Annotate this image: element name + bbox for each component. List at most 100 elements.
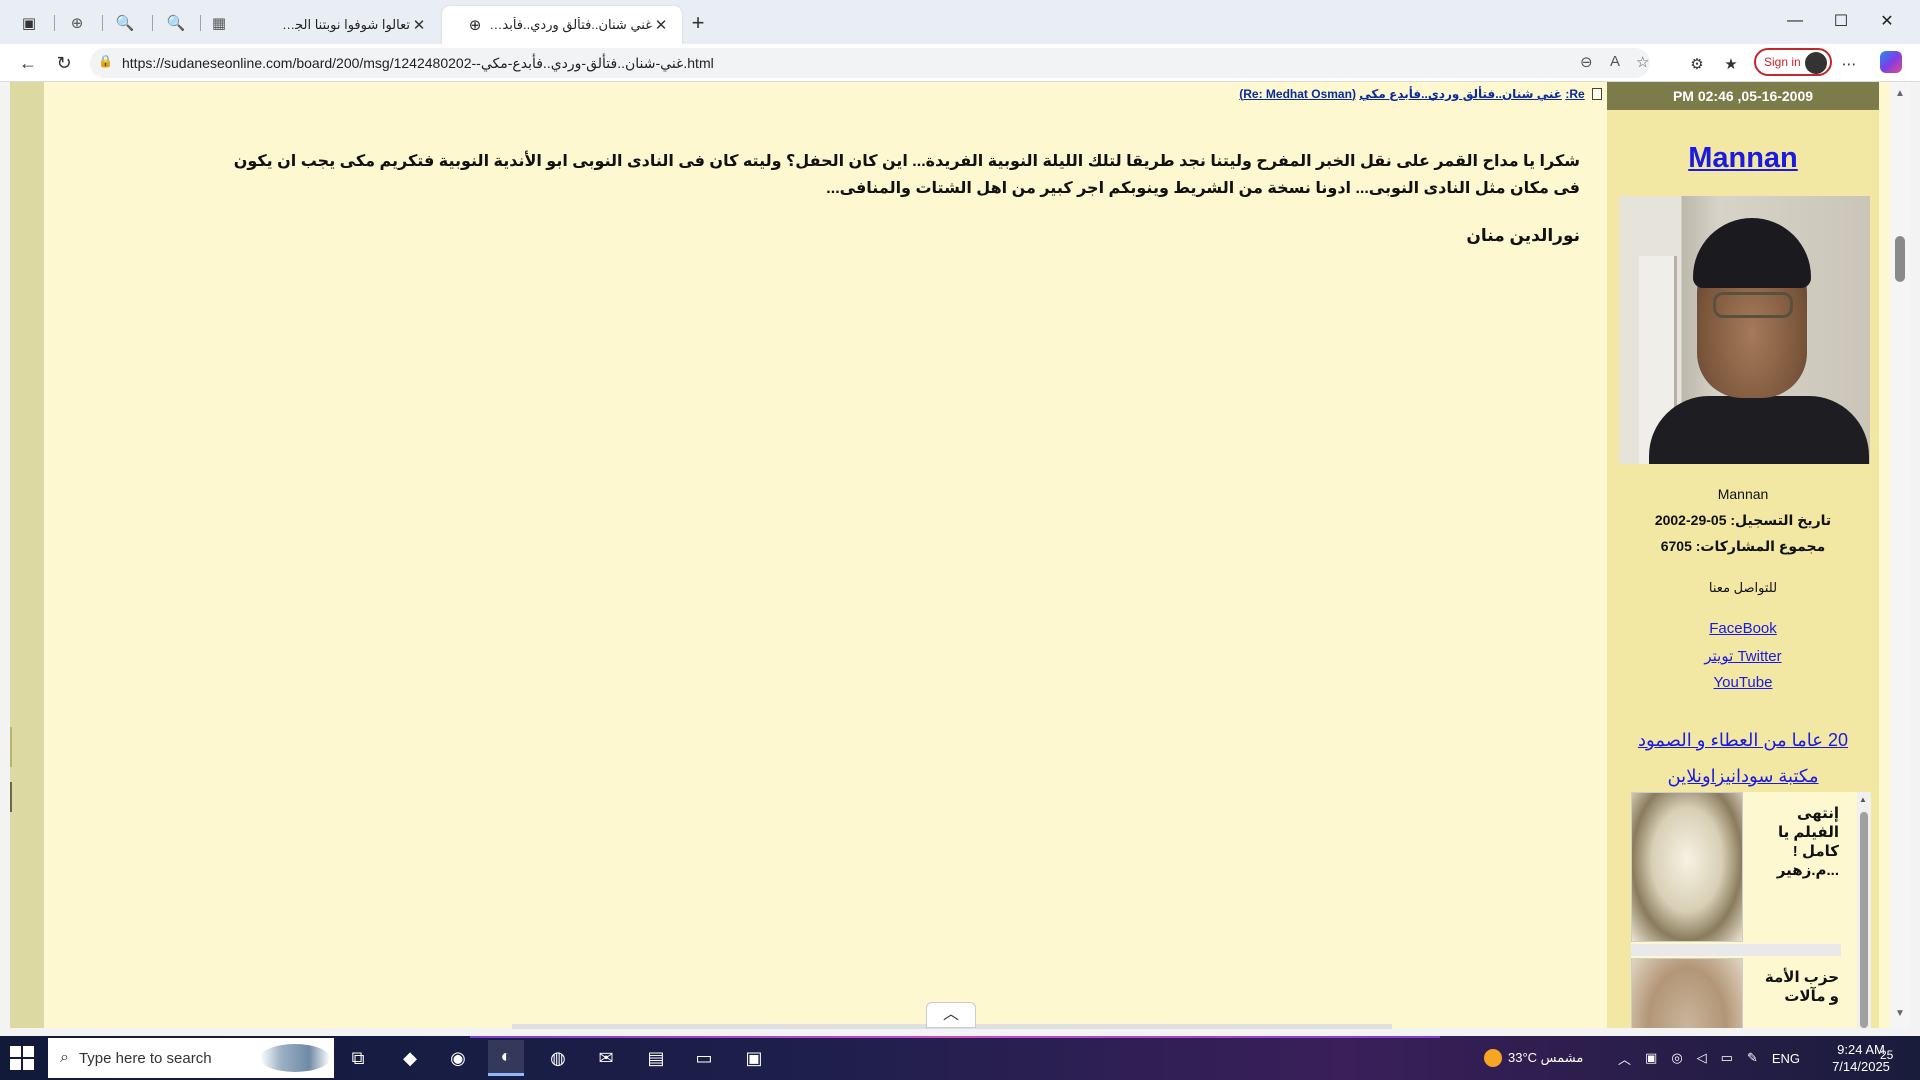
scrollbar-thumb[interactable] (1860, 812, 1868, 1028)
tray-app-icon[interactable]: ▣ (1645, 1050, 1657, 1066)
lock-icon[interactable]: 🔒 (98, 54, 113, 68)
favorite-star-icon[interactable]: ☆ (1636, 53, 1649, 71)
scroll-up-icon[interactable]: ▲ (1859, 795, 1867, 804)
weather-widget[interactable]: 33°C مشمس (1484, 1036, 1583, 1080)
minimize-button[interactable]: — (1772, 6, 1818, 36)
ticker-divider (1631, 944, 1841, 956)
promo-library-link[interactable]: مكتبة سودانيزاونلاين (1607, 766, 1879, 787)
task-view-icon[interactable]: ⧉ (340, 1040, 376, 1076)
speaker-icon[interactable]: ◁ (1697, 1050, 1707, 1066)
tab-current-thread[interactable]: ✕ غني شنان..فتألق وردي..فأبدع مكي ⊕ (442, 6, 682, 44)
close-window-button[interactable]: ✕ (1864, 6, 1910, 36)
close-icon[interactable]: ✕ (652, 16, 670, 34)
more-options-icon[interactable]: ⋯ (1838, 53, 1860, 75)
photo-body (1649, 396, 1869, 464)
tab-separator (102, 15, 103, 31)
photo-cap (1693, 218, 1811, 288)
language-indicator[interactable]: ENG (1772, 1051, 1800, 1066)
posts-count: مجموع المشاركات: 6705 (1660, 538, 1826, 554)
post-link-prefix[interactable]: Re: (1565, 87, 1584, 101)
chevron-up-icon[interactable]: ︿ (1618, 1049, 1631, 1068)
firefox-icon[interactable]: ◉ (440, 1040, 476, 1076)
collapse-button[interactable]: ︿ (926, 1002, 976, 1028)
pinned-tab-search-icon[interactable]: 🔍 (112, 10, 138, 36)
pinned-tab-image-icon[interactable]: ▦ (206, 10, 232, 36)
post-signature: نورالدين منان (1466, 226, 1580, 245)
post-reply-to-link[interactable]: (Re: Medhat Osman) (1239, 87, 1356, 101)
notification-count: 25 (1880, 1048, 1894, 1062)
ticker-item-text[interactable]: إنتهى الفيلم يا كامل ! ...م.زهير (1759, 804, 1839, 880)
app-icon[interactable]: ▤ (638, 1040, 674, 1076)
file-explorer-icon[interactable]: ▭ (686, 1040, 722, 1076)
scrollbar-thumb[interactable] (1895, 236, 1905, 282)
zoom-icon[interactable]: ⊖ (1580, 53, 1593, 71)
taskbar-search[interactable]: ⌕ Type here to search (48, 1038, 334, 1078)
url-text[interactable]: https://sudaneseonline.com/board/200/msg… (122, 55, 714, 72)
ticker-item-text[interactable]: حزب الأمة و مآلات (1759, 968, 1839, 1006)
contact-label: للتواصل معنا (1708, 580, 1778, 595)
tab-title: غني شنان..فتألق وردي..فأبدع مكي (486, 17, 652, 32)
outlook-icon[interactable]: ✉ (588, 1040, 624, 1076)
chrome-icon[interactable]: ◍ (540, 1040, 576, 1076)
ticker-image[interactable] (1631, 958, 1743, 1028)
notification-center[interactable]: 25 (1880, 1048, 1893, 1062)
windows-start-icon[interactable] (10, 1046, 34, 1070)
facebook-link[interactable]: FaceBook (1607, 620, 1879, 637)
search-highlight-image (260, 1044, 330, 1072)
store-icon[interactable]: ▣ (736, 1040, 772, 1076)
twitter-link[interactable]: تويتر Twitter (1607, 647, 1879, 665)
post-body: شكرا يا مداح القمر على نقل الخبر المفرح … (233, 153, 1580, 197)
search-placeholder: Type here to search (78, 1049, 212, 1067)
scroll-up-icon[interactable]: ▲ (1895, 88, 1905, 99)
globe-icon: ⊕ (468, 17, 482, 34)
author-name-link[interactable]: Mannan (1607, 142, 1879, 175)
navigation-bar: ← ↻ 🔒 https://sudaneseonline.com/board/2… (0, 44, 1920, 82)
post-area: Re: غني شنان..فتألق وردي..فأبدع مكي (Re:… (50, 82, 1610, 1028)
tab-separator (200, 15, 201, 31)
promo-anniversary-link[interactable]: 20 عاما من العطاء و الصمود (1607, 730, 1879, 751)
maximize-button[interactable]: ☐ (1818, 6, 1864, 36)
extensions-icon[interactable]: ⚙ (1686, 53, 1708, 75)
post-date: 05-16-2009, 02:46 PM (1607, 82, 1879, 110)
tab-title: تعالوا شوفوا نوبتنا الجميلة (280, 17, 410, 32)
author-username: Mannan (1717, 486, 1769, 502)
registration-date: تاريخ التسجيل: 05-29-2002 (1654, 512, 1832, 528)
author-photo (1619, 196, 1870, 464)
tab-strip: ▣ ⊕ 🔍 🔍 ▦ ✕ تعالوا شوفوا نوبتنا الجميلة … (0, 0, 1920, 44)
document-icon (1592, 88, 1602, 100)
search-icon: ⌕ (60, 1049, 69, 1066)
network-icon[interactable]: ▭ (1721, 1050, 1733, 1066)
tab-nubian[interactable]: ✕ تعالوا شوفوا نوبتنا الجميلة (268, 6, 440, 44)
pen-icon[interactable]: ✎ (1747, 1050, 1758, 1066)
pinned-tab-search-icon[interactable]: 🔍 (163, 10, 189, 36)
taskbar-glow (470, 1036, 1440, 1038)
avatar (1805, 52, 1827, 74)
address-bar[interactable]: 🔒 https://sudaneseonline.com/board/200/m… (90, 48, 1650, 78)
ticker-scrollbar[interactable]: ▲ (1857, 792, 1871, 1028)
sign-in-button[interactable]: Sign in (1754, 48, 1832, 76)
edge-icon[interactable]: ◐ (488, 1040, 524, 1076)
sign-in-label: Sign in (1764, 55, 1801, 69)
page-scrollbar[interactable]: ▲ ▼ (1890, 82, 1910, 1028)
pinned-tab-globe-icon[interactable]: ⊕ (64, 10, 90, 36)
read-aloud-icon[interactable]: A (1610, 53, 1620, 70)
news-ticker[interactable]: إنتهى الفيلم يا كامل ! ...م.زهير حزب الأ… (1631, 792, 1871, 1028)
scroll-down-icon[interactable]: ▼ (1895, 1008, 1905, 1019)
close-icon[interactable]: ✕ (410, 16, 428, 34)
new-tab-button[interactable]: + (684, 9, 712, 37)
back-button[interactable]: ← (14, 49, 42, 77)
camera-icon[interactable]: ◎ (1671, 1050, 1682, 1066)
photo-glasses (1713, 292, 1793, 318)
youtube-link[interactable]: YouTube (1607, 674, 1879, 691)
author-sidebar: 05-16-2009, 02:46 PM Mannan Mannan تاريخ… (1607, 82, 1879, 1028)
page-content: Re: غني شنان..فتألق وردي..فأبدع مكي (Re:… (10, 82, 1890, 1028)
sun-icon (1484, 1049, 1502, 1067)
copilot-icon[interactable] (1880, 51, 1902, 73)
weather-text: 33°C مشمس (1508, 1050, 1584, 1065)
tab-actions-icon[interactable]: ▣ (15, 9, 43, 37)
refresh-button[interactable]: ↻ (50, 49, 78, 77)
post-title-link[interactable]: غني شنان..فتألق وردي..فأبدع مكي (1359, 87, 1562, 101)
ticker-image[interactable] (1631, 792, 1743, 942)
copilot-app-icon[interactable]: ◆ (392, 1040, 428, 1076)
favorites-icon[interactable]: ★ (1720, 53, 1742, 75)
